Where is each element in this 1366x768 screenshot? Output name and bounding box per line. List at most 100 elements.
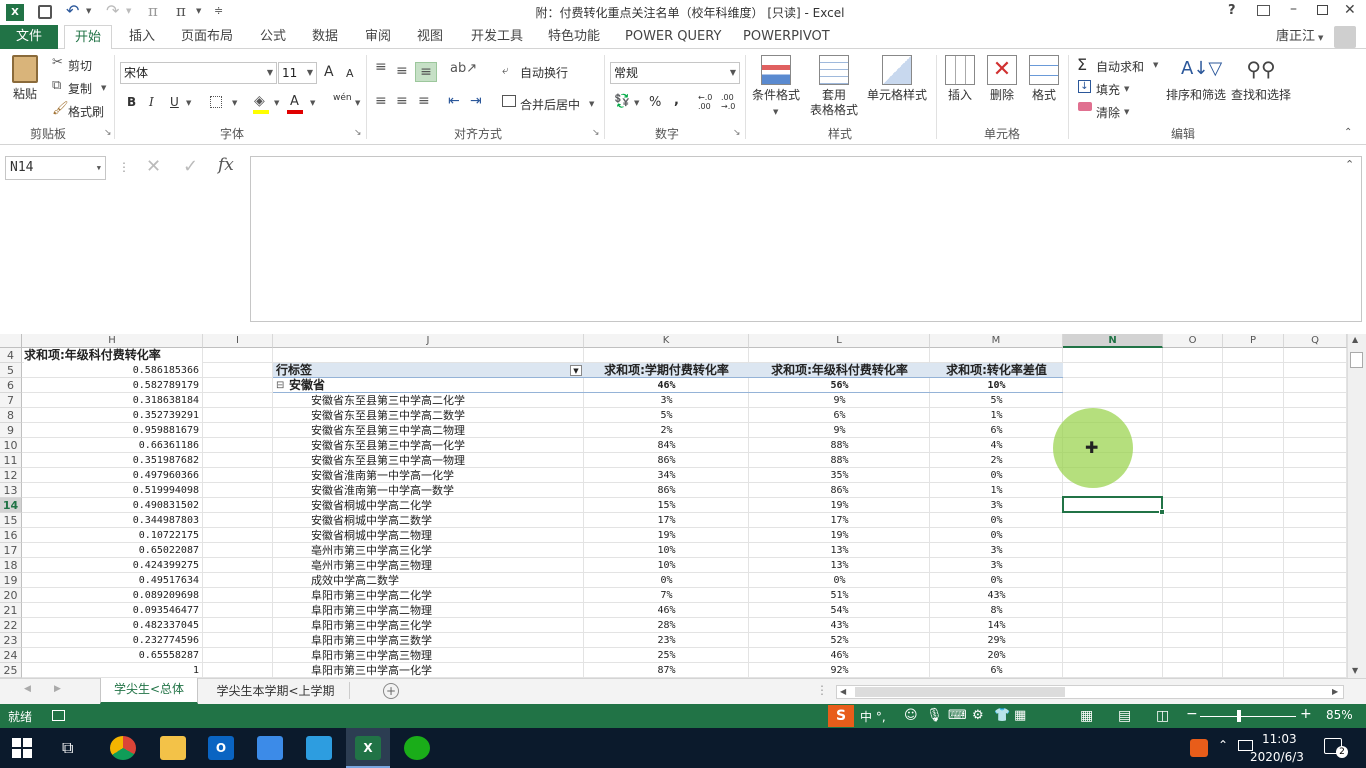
tools-icon[interactable]: ⚙ [972, 708, 984, 723]
blue-app-icon[interactable] [306, 736, 332, 760]
align-bottom-icon[interactable]: ≡ [415, 62, 437, 82]
pivot-group-m[interactable]: 10% [930, 378, 1063, 393]
vertical-scrollbar[interactable]: ▲ ▼ [1347, 334, 1366, 678]
font-size-select[interactable]: 11 ▼ [278, 62, 317, 84]
pivot-value-k[interactable]: 23% [584, 633, 749, 648]
pivot-group-l[interactable]: 56% [749, 378, 930, 393]
row-header[interactable]: 10 [0, 438, 22, 453]
conditional-format-dropdown-icon[interactable]: ▼ [773, 108, 778, 116]
pivot-value-l[interactable]: 13% [749, 558, 930, 573]
pivot-value-l[interactable]: 9% [749, 393, 930, 408]
tab-view[interactable]: 视图 [413, 25, 447, 49]
column-header-l[interactable]: L [749, 334, 930, 348]
fill-color-dropdown-icon[interactable]: ▼ [274, 99, 279, 107]
copy-dropdown-icon[interactable]: ▼ [101, 84, 106, 92]
zoom-out-icon[interactable]: − [1186, 706, 1198, 722]
fill-button[interactable]: 填充 [1096, 81, 1120, 98]
column-header-k[interactable]: K [584, 334, 749, 348]
zoom-level[interactable]: 85% [1326, 708, 1353, 722]
row-header[interactable]: 15 [0, 513, 22, 528]
cell-h[interactable]: 0.582789179 [22, 378, 199, 393]
filter-dropdown-icon[interactable]: ▼ [570, 365, 582, 376]
cell-h[interactable]: 0.586185366 [22, 363, 199, 378]
name-box-dropdown-icon[interactable]: ▼ [97, 157, 101, 179]
close-button[interactable]: ✕ [1344, 2, 1356, 18]
equation-icon[interactable]: π [176, 2, 186, 20]
cell-h[interactable]: 0.519994098 [22, 483, 199, 498]
formula-expand-icon[interactable]: ⌃ [1345, 158, 1354, 171]
border-icon[interactable] [210, 96, 222, 108]
cell-h[interactable]: 0.424399275 [22, 558, 199, 573]
pivot-value-l[interactable]: 19% [749, 528, 930, 543]
fill-icon[interactable]: ↓ [1078, 80, 1091, 93]
pivot-header-m[interactable]: 求和项:转化率差值 [930, 363, 1063, 378]
cell-h[interactable]: 0.482337045 [22, 618, 199, 633]
pivot-value-k[interactable]: 25% [584, 648, 749, 663]
selected-cell-n14[interactable] [1062, 496, 1163, 513]
pivot-header-k[interactable]: 求和项:学期付费转化率 [584, 363, 749, 378]
tab-page-layout[interactable]: 页面布局 [177, 25, 237, 49]
pivot-value-m[interactable]: 14% [930, 618, 1063, 633]
row-header[interactable]: 6 [0, 378, 22, 393]
row-header[interactable]: 21 [0, 603, 22, 618]
cell-h[interactable]: 0.344987803 [22, 513, 199, 528]
pivot-value-l[interactable]: 13% [749, 543, 930, 558]
row-header[interactable]: 19 [0, 573, 22, 588]
pivot-value-l[interactable]: 92% [749, 663, 930, 678]
copy-icon[interactable]: ⧉ [52, 78, 61, 93]
insert-cells-button[interactable]: 插入 [942, 55, 978, 103]
pivot-value-m[interactable]: 8% [930, 603, 1063, 618]
restore-button[interactable] [1317, 5, 1328, 15]
cell-h[interactable]: 0.65558287 [22, 648, 199, 663]
new-sheet-icon[interactable]: + [383, 683, 399, 699]
row-header[interactable]: 22 [0, 618, 22, 633]
column-header-o[interactable]: O [1163, 334, 1223, 348]
pivot-row-label[interactable]: 安徽省东至县第三中学高一化学 [311, 438, 582, 453]
row-header[interactable]: 20 [0, 588, 22, 603]
user-name[interactable]: 唐正江 [1272, 25, 1319, 49]
pivot-value-l[interactable]: 35% [749, 468, 930, 483]
pivot-value-m[interactable]: 2% [930, 453, 1063, 468]
tab-power-query[interactable]: POWER QUERY [621, 25, 725, 49]
clock-date[interactable]: 2020/6/3 [1250, 750, 1304, 764]
pivot-group-label[interactable]: 安徽省 [289, 378, 409, 393]
pivot-row-label[interactable]: 安徽省淮南第一中学高一数学 [311, 483, 582, 498]
chrome-icon[interactable] [110, 736, 136, 760]
align-top-icon[interactable]: ≡ [375, 59, 387, 75]
column-header-i[interactable]: I [203, 334, 273, 348]
underline-dropdown-icon[interactable]: ▼ [186, 99, 191, 107]
pivot-value-l[interactable]: 51% [749, 588, 930, 603]
pivot-value-k[interactable]: 86% [584, 483, 749, 498]
pivot-value-m[interactable]: 0% [930, 513, 1063, 528]
cell-h[interactable]: 0.959881679 [22, 423, 199, 438]
pivot-value-m[interactable]: 0% [930, 573, 1063, 588]
pivot-row-label[interactable]: 安徽省东至县第三中学高二数学 [311, 408, 582, 423]
outlook-icon[interactable]: O [208, 736, 234, 760]
collapse-group-icon[interactable]: ⊟ [276, 378, 288, 393]
cell-h[interactable]: 0.490831502 [22, 498, 199, 513]
delete-cells-button[interactable]: ✕ 删除 [984, 55, 1020, 103]
task-view-icon[interactable]: ⧉ [62, 738, 73, 758]
row-header[interactable]: 18 [0, 558, 22, 573]
cancel-formula-icon[interactable]: ✕ [146, 156, 161, 177]
cell-h[interactable]: 0.089209698 [22, 588, 199, 603]
grow-font-button[interactable]: A [324, 64, 334, 80]
pivot-header-l[interactable]: 求和项:年级科付费转化率 [749, 363, 930, 378]
pivot-row-label[interactable]: 安徽省桐城中学高二化学 [311, 498, 582, 513]
cell-h[interactable]: 0.351987682 [22, 453, 199, 468]
pivot-value-m[interactable]: 1% [930, 483, 1063, 498]
font-color-dropdown-icon[interactable]: ▼ [310, 99, 315, 107]
cut-button[interactable]: 剪切 [68, 57, 92, 74]
emoji-icon[interactable]: ☺ [904, 708, 918, 723]
align-left-icon[interactable]: ≡ [375, 93, 387, 109]
cell-h[interactable]: 0.10722175 [22, 528, 199, 543]
row-header[interactable]: 17 [0, 543, 22, 558]
tab-powerpivot[interactable]: POWERPIVOT [739, 25, 834, 49]
normal-view-icon[interactable]: ▦ [1080, 708, 1093, 724]
pivot-value-m[interactable]: 4% [930, 438, 1063, 453]
pivot-row-label[interactable]: 阜阳市第三中学高三数学 [311, 633, 582, 648]
scroll-right-icon[interactable]: ▶ [1332, 687, 1338, 696]
cell-h[interactable]: 0.49517634 [22, 573, 199, 588]
ribbon-display-icon[interactable] [1257, 5, 1270, 16]
format-painter-icon[interactable]: 🖌 [52, 101, 69, 116]
